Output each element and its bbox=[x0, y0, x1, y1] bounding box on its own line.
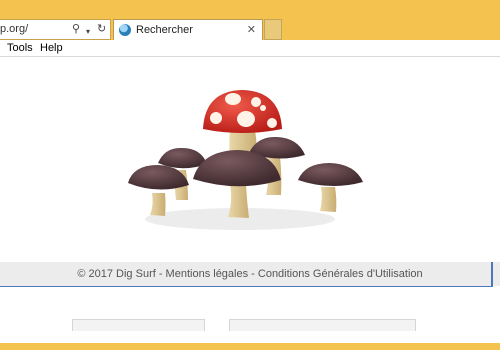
refresh-icon[interactable]: ↻ bbox=[97, 23, 106, 36]
tab-title: Rechercher bbox=[136, 24, 193, 36]
new-tab-button[interactable] bbox=[264, 19, 282, 40]
address-text[interactable]: p.org/ bbox=[0, 23, 28, 35]
menu-item-tools[interactable]: Tools bbox=[7, 42, 33, 54]
close-icon[interactable]: ✕ bbox=[247, 23, 256, 36]
search-icon[interactable]: ⚲ bbox=[72, 23, 80, 36]
mushroom-logo bbox=[128, 90, 363, 230]
search-box-border bbox=[491, 262, 493, 287]
browser-chrome: p.org/ ⚲ ▾ ↻ Rechercher ✕ bbox=[0, 0, 500, 41]
site-favicon-icon bbox=[119, 24, 131, 36]
window-bottom-edge bbox=[0, 343, 500, 350]
menu-item-help[interactable]: Help bbox=[40, 42, 63, 54]
footer-text[interactable]: © 2017 Dig Surf - Mentions légales - Con… bbox=[0, 268, 500, 280]
footer-bar: © 2017 Dig Surf - Mentions légales - Con… bbox=[0, 262, 500, 286]
tab-rechercher[interactable]: Rechercher ✕ bbox=[113, 19, 263, 41]
secondary-button[interactable] bbox=[229, 319, 416, 331]
menu-bar: Tools Help bbox=[0, 40, 500, 57]
chevron-down-icon[interactable]: ▾ bbox=[86, 25, 90, 38]
search-button[interactable] bbox=[72, 319, 205, 331]
page-content: © 2017 Dig Surf - Mentions légales - Con… bbox=[0, 57, 500, 346]
address-bar[interactable]: p.org/ ⚲ ▾ ↻ bbox=[0, 19, 111, 40]
search-box[interactable] bbox=[0, 286, 492, 287]
